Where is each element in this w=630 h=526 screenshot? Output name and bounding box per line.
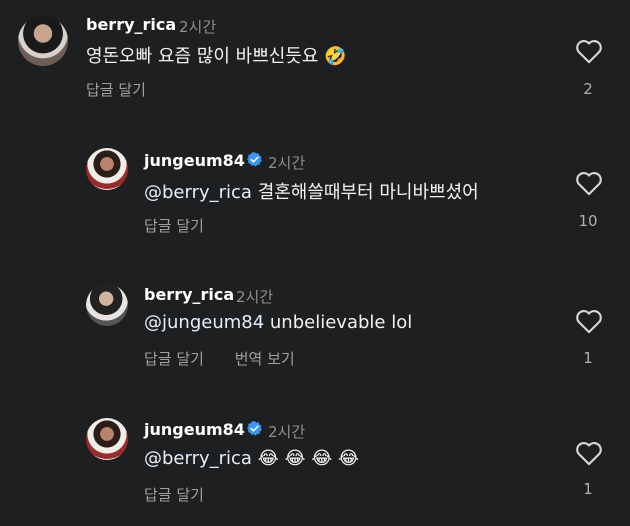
heart-icon[interactable] (575, 308, 603, 334)
avatar-jungeum84[interactable] (86, 148, 128, 190)
comment-text: @jungeum84 unbelievable lol (144, 312, 413, 333)
avatar-berry-rica[interactable] (86, 284, 128, 326)
heart-icon[interactable] (575, 170, 603, 196)
avatar-jungeum84[interactable] (86, 418, 128, 460)
comment-2: jungeum84 2시간 @berry_rica 결혼해쓸때부터 마니바쁘셨어… (0, 140, 630, 250)
avatar-berry-rica[interactable] (18, 16, 68, 66)
heart-icon[interactable] (575, 440, 603, 466)
verified-badge-icon (247, 421, 262, 436)
comment-text: 영돈오빠 요즘 많이 바쁘신듯요 🤣 (86, 46, 347, 67)
heart-icon[interactable] (575, 38, 603, 64)
tears-of-joy-emoji: 😂 😂 😂 😂 (257, 448, 359, 469)
comment-4: jungeum84 2시간 @berry_rica 😂 😂 😂 😂 답글 달기 … (0, 410, 630, 526)
comment-actions: 답글 달기 (144, 215, 204, 236)
like-count: 2 (583, 80, 593, 98)
like-count: 1 (583, 349, 593, 367)
reply-button[interactable]: 답글 달기 (86, 81, 146, 99)
comment-username[interactable]: berry_rica (86, 15, 176, 34)
verified-badge-icon (247, 152, 262, 167)
rofl-emoji: 🤣 (324, 46, 347, 67)
comment-3: berry_rica 2시간 @jungeum84 unbelievable l… (0, 280, 630, 390)
like-count: 1 (583, 480, 593, 498)
comment-actions: 답글 달기 (144, 484, 204, 505)
comment-username[interactable]: jungeum84 (144, 420, 245, 439)
like-count: 10 (578, 212, 598, 230)
comment-1: berry_rica 2시간 영돈오빠 요즘 많이 바쁘신듯요 🤣 답글 달기 … (0, 0, 630, 110)
comment-username[interactable]: berry_rica (144, 285, 234, 304)
comment-actions: 답글 달기 번역 보기 (144, 348, 295, 369)
reply-button[interactable]: 답글 달기 (144, 217, 204, 235)
translate-button[interactable]: 번역 보기 (235, 350, 295, 368)
comment-timestamp: 2시간 (268, 423, 306, 441)
comment-timestamp: 2시간 (179, 18, 217, 36)
mention-link[interactable]: @berry_rica (144, 448, 252, 469)
comment-text: @berry_rica 😂 😂 😂 😂 (144, 448, 359, 469)
reply-button[interactable]: 답글 달기 (144, 486, 204, 504)
mention-link[interactable]: @berry_rica (144, 182, 252, 203)
comment-text: @berry_rica 결혼해쓸때부터 마니바쁘셨어 (144, 182, 479, 203)
comment-timestamp: 2시간 (236, 288, 274, 306)
mention-link[interactable]: @jungeum84 (144, 312, 264, 333)
comment-timestamp: 2시간 (268, 154, 306, 172)
reply-button[interactable]: 답글 달기 (144, 350, 204, 368)
comment-username[interactable]: jungeum84 (144, 151, 245, 170)
comment-actions: 답글 달기 (86, 79, 146, 100)
